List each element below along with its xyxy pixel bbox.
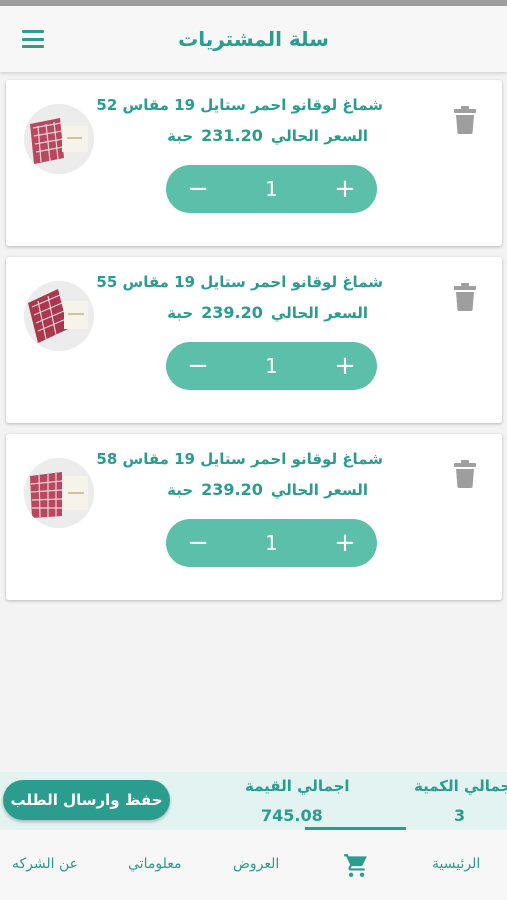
nav-item-offers[interactable]: العروض [233, 856, 279, 872]
bottom-navigation: الرئيسية العروض معلوماتي عن الشركه [0, 830, 507, 900]
total-value: 745.08 [261, 806, 323, 825]
price-value: 239.20 [201, 480, 263, 499]
quantity-stepper: − 1 + [166, 519, 377, 567]
app-bar: سلة المشتريات [0, 6, 507, 72]
hamburger-menu-icon[interactable] [22, 30, 44, 48]
cart-item: شماغ لوقانو احمر ستايل 19 مقاس 55 السعر … [6, 257, 502, 423]
product-title: شماغ لوقانو احمر ستايل 19 مقاس 52 [96, 96, 383, 114]
price-unit: حبة [167, 304, 194, 322]
price-label: السعر الحالي [270, 304, 368, 322]
decrease-quantity-button[interactable]: − [186, 530, 210, 556]
price-unit: حبة [167, 127, 194, 145]
quantity-value: 1 [265, 354, 278, 378]
nav-item-home[interactable]: الرئيسية [432, 856, 480, 872]
price-label: السعر الحالي [270, 481, 368, 499]
trash-icon[interactable] [454, 106, 476, 134]
nav-item-my-info[interactable]: معلوماتي [128, 856, 181, 872]
decrease-quantity-button[interactable]: − [186, 353, 210, 379]
price-label: السعر الحالي [270, 127, 368, 145]
price-line: السعر الحالي 239.20 حبة [167, 480, 368, 499]
price-line: السعر الحالي 231.20 حبة [167, 126, 368, 145]
nav-item-about-company[interactable]: عن الشركه [12, 856, 78, 872]
increase-quantity-button[interactable]: + [333, 530, 357, 556]
shopping-cart-icon[interactable] [343, 852, 369, 878]
increase-quantity-button[interactable]: + [333, 176, 357, 202]
quantity-value: 1 [265, 177, 278, 201]
price-line: السعر الحالي 239.20 حبة [167, 303, 368, 322]
product-title: شماغ لوقانو احمر ستايل 19 مقاس 58 [96, 450, 383, 468]
cart-item: شماغ لوقانو احمر ستايل 19 مقاس 52 السعر … [6, 80, 502, 246]
shemagh-image-icon [24, 458, 94, 528]
total-quantity: 3 [454, 806, 466, 825]
product-title: شماغ لوقانو احمر ستايل 19 مقاس 55 [96, 273, 383, 291]
increase-quantity-button[interactable]: + [333, 353, 357, 379]
shemagh-image-icon [24, 281, 94, 351]
page-title: سلة المشتريات [178, 27, 329, 51]
price-unit: حبة [167, 481, 194, 499]
price-value: 239.20 [201, 303, 263, 322]
save-and-send-order-button[interactable]: حفظ وارسال الطلب [3, 780, 170, 820]
total-value-label: اجمالي القيمة [245, 777, 350, 795]
decrease-quantity-button[interactable]: − [186, 176, 210, 202]
order-summary-bar: حفظ وارسال الطلب اجمالي القيمة 745.08 اج… [0, 772, 507, 830]
trash-icon[interactable] [454, 460, 476, 488]
shemagh-image-icon [24, 104, 94, 174]
cart-item: شماغ لوقانو احمر ستايل 19 مقاس 58 السعر … [6, 434, 502, 600]
quantity-stepper: − 1 + [166, 342, 377, 390]
product-thumbnail[interactable] [24, 104, 94, 174]
trash-icon[interactable] [454, 283, 476, 311]
quantity-value: 1 [265, 531, 278, 555]
quantity-stepper: − 1 + [166, 165, 377, 213]
total-quantity-label: اجمالي الكمية [414, 777, 507, 795]
product-thumbnail[interactable] [24, 458, 94, 528]
price-value: 231.20 [201, 126, 263, 145]
product-thumbnail[interactable] [24, 281, 94, 351]
